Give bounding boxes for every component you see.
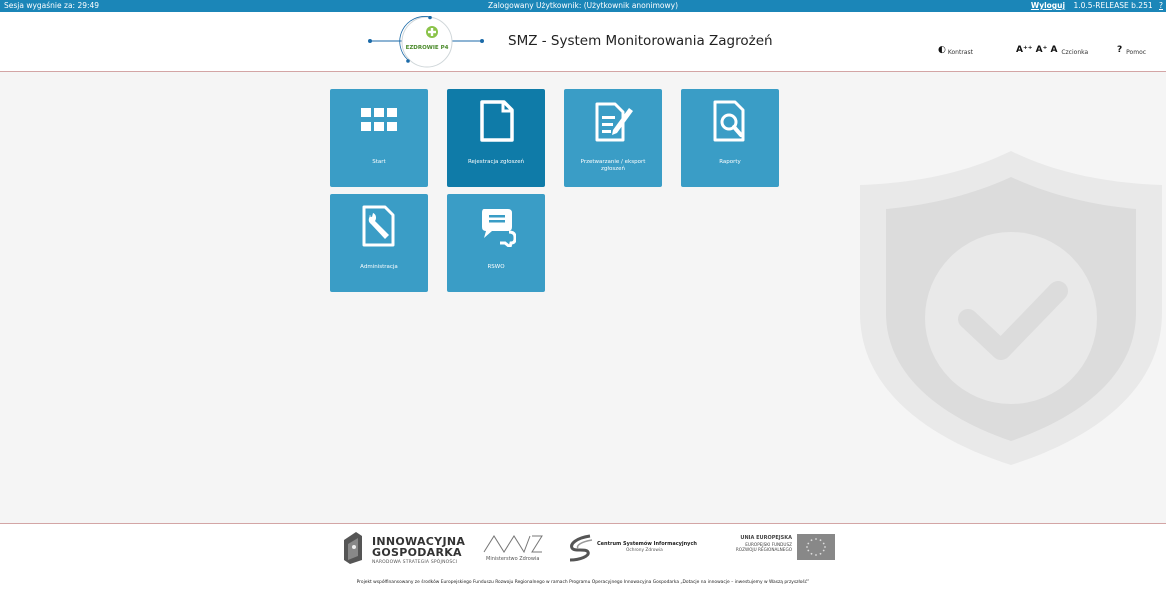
tile-label: Start [372,159,386,165]
ezdrowie-logo[interactable]: EZDROWIE P4 [368,16,486,68]
font-size-label: Czcionka [1061,49,1089,56]
tile-label: RSWO [487,264,505,270]
tile-przetwarzanie[interactable]: Przetwarzanie / eksport zgłoszeń [564,89,662,187]
eu-flag-icon [797,534,835,560]
cofinancing-note: Projekt współfinansowany ze środków Euro… [356,580,810,585]
ig-subtitle: NARODOWA STRATEGIA SPÓJNOŚCI [372,560,458,565]
topbar-help-link[interactable]: ? [1159,1,1163,10]
grid-icon [361,108,397,131]
ig-title-line2: GOSPODARKA [372,546,462,559]
edit-document-icon [595,102,633,142]
tile-label: Przetwarzanie / eksport zgłoszeń [580,159,646,172]
tile-rejestracja[interactable]: Rejestracja zgłoszeń [447,89,545,187]
header: EZDROWIE P4 SMZ - System Monitorowania Z… [0,12,1166,72]
document-icon [480,100,514,142]
help-button[interactable]: ? Pomoc [1117,45,1146,56]
ministerstwo-zdrowia-logo-icon [483,535,543,554]
chat-bubbles-icon [482,209,516,247]
innowacyjna-gospodarka-logo-icon [344,532,362,564]
main-content: Start Rejestracja zgłoszeń Przetwarzanie… [0,73,1166,523]
app-title: SMZ - System Monitorowania Zagrożeń [508,33,773,49]
csi-sub: Ochrony Zdrowia [626,548,663,553]
tile-raporty[interactable]: Raporty [681,89,779,187]
contrast-label: Kontrast [947,49,973,56]
topbar-right: Wyloguj 1.0.5-RELEASE b.251 ? [1031,0,1163,12]
contrast-icon: ◐ [938,45,946,55]
csi-name: Centrum Systemów Informacyjnych [597,541,697,547]
font-size-icon[interactable]: A⁺⁺ A⁺ A [1016,45,1057,55]
mz-name: Ministerstwo Zdrowia [486,556,540,562]
csioz-logo-icon [569,534,593,562]
tile-label: Raporty [719,159,741,165]
tile-label: Administracja [360,264,398,270]
tile-start[interactable]: Start [330,89,428,187]
shield-watermark-icon [860,151,1162,465]
contrast-toggle[interactable]: ◐ Kontrast [938,45,973,56]
svg-text:EZDROWIE P4: EZDROWIE P4 [406,45,449,51]
session-bar: Sesja wygaśnie za: 29:49 Zalogowany Użyt… [0,0,1166,12]
font-size-control[interactable]: A⁺⁺ A⁺ A Czcionka [1016,45,1088,56]
help-label: Pomoc [1126,49,1147,56]
logout-link[interactable]: Wyloguj [1031,1,1065,10]
eu-text: UNIA EUROPEJSKA EUROPEJSKI FUNDUSZ ROZWO… [696,535,792,553]
eu-line2: ROZWOJU REGIONALNEGO [735,547,792,552]
footer: INNOWACYJNA GOSPODARKA NARODOWA STRATEGI… [0,523,1166,593]
wrench-document-icon [362,205,395,247]
tile-label: Rejestracja zgłoszeń [467,159,525,165]
help-icon: ? [1117,45,1123,55]
tile-rswo[interactable]: RSWO [447,194,545,292]
logged-user: Zalogowany Użytkownik: (Użytkownik anoni… [487,1,679,10]
ig-title: INNOWACYJNA GOSPODARKA [372,536,472,558]
tile-administracja[interactable]: Administracja [330,194,428,292]
version-label: 1.0.5-RELEASE b.251 [1073,1,1153,10]
search-document-icon [713,100,745,142]
